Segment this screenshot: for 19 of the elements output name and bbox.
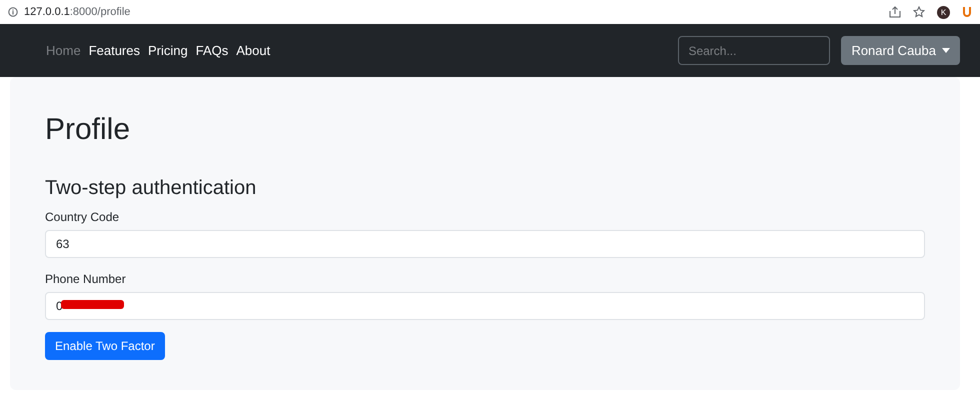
nav-link[interactable]: Pricing [144, 43, 192, 58]
nav-link[interactable]: About [232, 43, 274, 58]
caret-icon [942, 48, 950, 53]
extension-icon[interactable] [962, 6, 972, 18]
user-menu-button[interactable]: Ronard Cauba [841, 36, 960, 65]
address-bar-url[interactable]: 127.0.0.1:8000/profile [24, 6, 883, 18]
nav-link[interactable]: Features [84, 43, 144, 58]
page-title: Profile [45, 113, 132, 147]
share-icon[interactable] [889, 6, 901, 18]
input-field[interactable]: 63 [45, 230, 925, 258]
enable-two-factor-button[interactable]: Enable Two Factor [45, 332, 165, 360]
field-label: Country Code [45, 210, 120, 224]
section-title: Two-step authentication [45, 177, 258, 200]
star-icon[interactable] [913, 6, 925, 18]
field-label: Phone Number [45, 272, 127, 286]
profile-avatar[interactable]: K [937, 6, 950, 18]
search-field[interactable]: Search... [678, 36, 830, 65]
nav-link[interactable]: FAQs [192, 43, 232, 58]
info-icon[interactable] [8, 7, 18, 17]
